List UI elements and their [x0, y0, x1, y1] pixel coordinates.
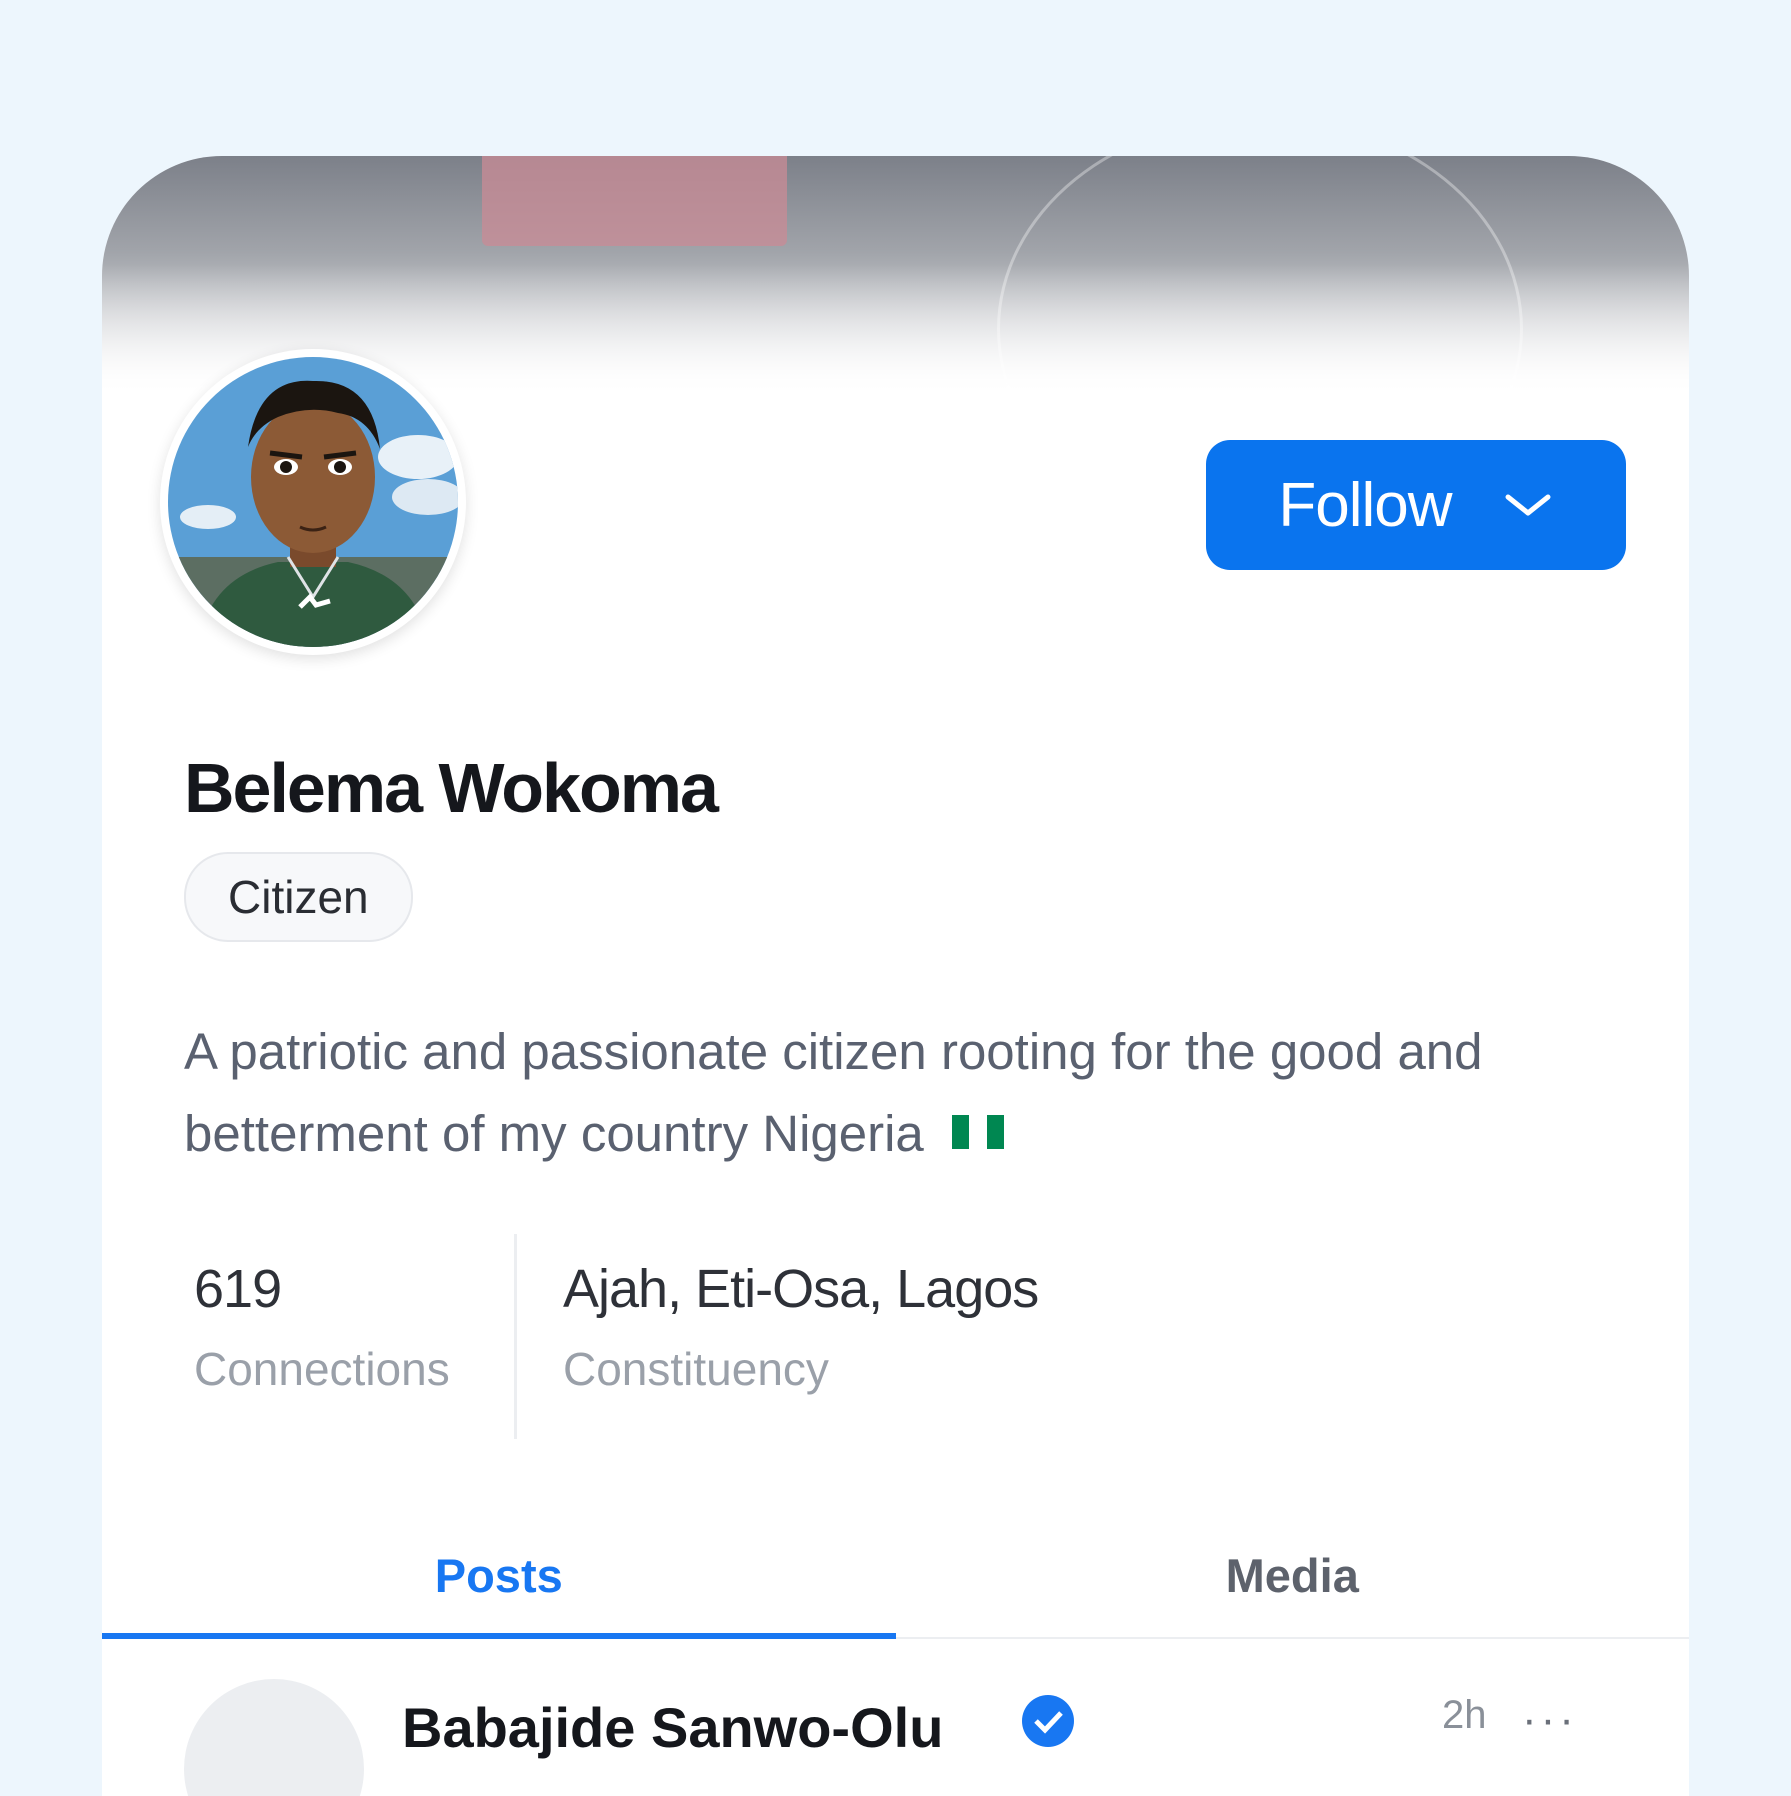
- connections-stat[interactable]: 619 Connections: [184, 1234, 514, 1439]
- post-author-name[interactable]: Babajide Sanwo-Olu: [402, 1695, 943, 1760]
- verified-badge-icon: [1022, 1695, 1074, 1747]
- tab-media[interactable]: Media: [896, 1513, 1690, 1637]
- profile-card: Follow Belema Wokoma Citizen A patriotic…: [102, 156, 1689, 1796]
- follow-button-label: Follow: [1278, 470, 1452, 540]
- profile-stats: 619 Connections Ajah, Eti-Osa, Lagos Con…: [184, 1234, 1039, 1439]
- post-time: 2h: [1442, 1693, 1487, 1737]
- post-preview[interactable]: Babajide Sanwo-Olu 2h ···: [102, 1639, 1689, 1796]
- connections-label: Connections: [194, 1343, 450, 1395]
- post-more-button[interactable]: ···: [1522, 1695, 1578, 1745]
- follow-button[interactable]: Follow: [1206, 440, 1626, 570]
- chevron-down-icon[interactable]: [1502, 489, 1554, 521]
- post-author-avatar[interactable]: [184, 1679, 364, 1796]
- nigeria-flag-icon: [951, 1114, 1004, 1149]
- profile-tabs: Posts Media: [102, 1513, 1689, 1639]
- constituency-value: Ajah, Eti-Osa, Lagos: [563, 1259, 1039, 1319]
- constituency-stat: Ajah, Eti-Osa, Lagos Constituency: [517, 1234, 1039, 1439]
- avatar[interactable]: [160, 349, 466, 655]
- constituency-label: Constituency: [563, 1343, 829, 1395]
- role-badge: Citizen: [184, 852, 413, 942]
- profile-bio: A patriotic and passionate citizen rooti…: [184, 1011, 1604, 1175]
- connections-value: 619: [194, 1259, 282, 1319]
- tab-posts[interactable]: Posts: [102, 1513, 896, 1639]
- profile-name: Belema Wokoma: [184, 749, 719, 827]
- avatar-illustration: [168, 357, 458, 647]
- profile-bio-text: A patriotic and passionate citizen rooti…: [184, 1023, 1483, 1162]
